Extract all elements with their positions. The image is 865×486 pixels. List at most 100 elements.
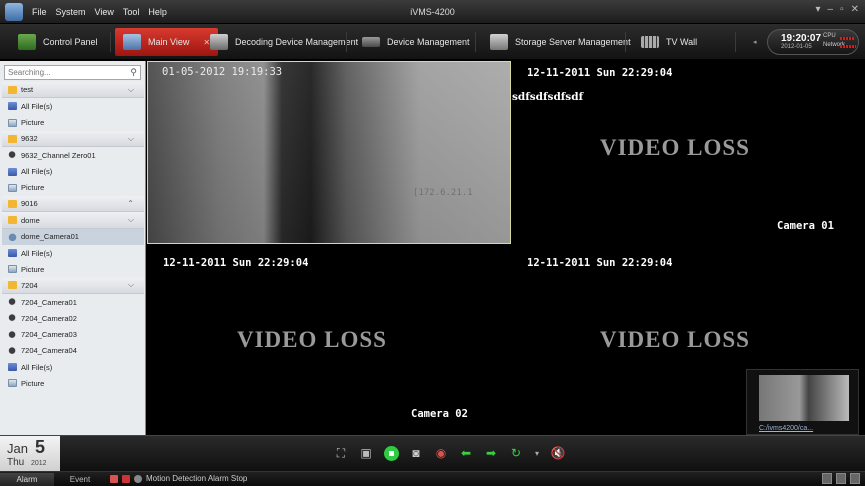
stop-all-button[interactable] bbox=[383, 445, 399, 461]
video-window-1[interactable]: 01-05-2012 19:19:33 [172.6.21.1 bbox=[147, 61, 511, 244]
cpu-meter bbox=[840, 37, 854, 40]
tree-label: dome bbox=[21, 215, 40, 225]
window-layout-icon[interactable]: ▣ bbox=[358, 445, 374, 461]
mute-icon[interactable]: 🔇 bbox=[550, 445, 566, 461]
tree-group[interactable]: test ⌵ bbox=[2, 82, 144, 99]
capture-path-link[interactable]: C:/ivms4200/ca... bbox=[759, 425, 813, 432]
tree-item[interactable]: Picture bbox=[2, 180, 144, 196]
event-tab[interactable]: Event bbox=[60, 473, 100, 486]
all-files-icon bbox=[8, 167, 17, 176]
search-input[interactable] bbox=[5, 66, 123, 79]
all-files-icon bbox=[8, 249, 17, 258]
alarm-message-text: Motion Detection Alarm Stop bbox=[146, 474, 248, 483]
dropdown-icon[interactable]: ▾ bbox=[815, 4, 820, 15]
search-icon[interactable]: ⚲ bbox=[130, 67, 137, 78]
osd-text: sdfsdfsdfsdf bbox=[512, 91, 584, 103]
tree-label: Picture bbox=[21, 183, 45, 193]
chevron-down-icon[interactable]: ⌵ bbox=[128, 134, 134, 144]
tree-label: 9632_Channel Zero01 bbox=[21, 150, 96, 160]
minimize-icon[interactable]: – bbox=[828, 4, 834, 15]
tab-storage-server-management[interactable]: Storage Server Management bbox=[490, 28, 631, 56]
sound-icon[interactable] bbox=[134, 474, 142, 483]
video-window-3[interactable]: 12-11-2011 Sun 22:29:04 VIDEO LOSS Camer… bbox=[147, 247, 511, 435]
fullscreen-icon[interactable]: ⛶ bbox=[333, 445, 349, 461]
tree-item[interactable]: All File(s) bbox=[2, 245, 144, 261]
maximize-icon[interactable]: ▫ bbox=[840, 4, 844, 15]
tree-label: Picture bbox=[21, 118, 45, 128]
tab-label: Main View bbox=[148, 37, 190, 47]
all-files-icon bbox=[8, 102, 17, 111]
main-view-icon bbox=[123, 34, 141, 50]
tree-label: All File(s) bbox=[21, 362, 53, 372]
tab-decoding-device-management[interactable]: Decoding Device Management bbox=[210, 28, 358, 56]
chevron-up-icon[interactable]: ⌃ bbox=[127, 199, 134, 208]
tab-separator bbox=[625, 32, 626, 52]
osd-timestamp: 12-11-2011 Sun 22:29:04 bbox=[163, 257, 309, 269]
alarm-tab[interactable]: Alarm bbox=[0, 473, 54, 486]
close-icon[interactable]: ✕ bbox=[851, 4, 859, 15]
device-icon bbox=[362, 37, 380, 47]
expand-icon[interactable] bbox=[850, 473, 860, 484]
tree-item[interactable]: All File(s) bbox=[2, 98, 144, 114]
tab-scroll-icon[interactable]: ◂ bbox=[753, 38, 757, 46]
tab-separator bbox=[110, 32, 111, 52]
pin-icon[interactable] bbox=[822, 473, 832, 484]
alarm-icon bbox=[110, 474, 118, 483]
tree-item[interactable]: 9632_Channel Zero01 bbox=[2, 147, 144, 163]
chevron-down-icon[interactable]: ⌵ bbox=[128, 85, 134, 95]
tab-main-view[interactable]: Main View ✕ bbox=[115, 28, 219, 56]
tree-item[interactable]: 7204_Camera03 bbox=[2, 326, 144, 342]
camera-icon bbox=[8, 330, 17, 339]
camera-name-label: Camera 02 bbox=[411, 408, 468, 420]
tree-item[interactable]: 7204_Camera02 bbox=[2, 310, 144, 326]
tree-item[interactable]: Picture bbox=[2, 261, 144, 277]
tree-group[interactable]: 9632 ⌵ bbox=[2, 130, 144, 148]
tree-item[interactable]: 7204_Camera04 bbox=[2, 343, 144, 359]
camera-name-label: Camera 01 bbox=[777, 220, 834, 232]
tree-group[interactable]: 9016 ⌃ bbox=[2, 196, 144, 213]
record-icon[interactable]: ◉ bbox=[433, 445, 449, 461]
camera-icon bbox=[8, 346, 17, 355]
video-loss-label: VIDEO LOSS bbox=[237, 327, 387, 352]
alarm-message: Motion Detection Alarm Stop bbox=[110, 474, 247, 483]
cycle-icon[interactable]: ↻ bbox=[508, 445, 524, 461]
stop-icon bbox=[383, 445, 399, 461]
tree-label: 7204_Camera03 bbox=[21, 330, 77, 340]
chevron-down-icon[interactable]: ⌵ bbox=[128, 280, 134, 290]
window-title: iVMS-4200 bbox=[410, 7, 455, 17]
video-loss-label: VIDEO LOSS bbox=[600, 135, 750, 160]
tab-device-management[interactable]: Device Management bbox=[362, 28, 470, 56]
folder-icon bbox=[8, 85, 17, 94]
camera-icon bbox=[8, 151, 17, 160]
folder-icon bbox=[8, 134, 17, 143]
tree-item[interactable]: dome_Camera01 bbox=[2, 228, 144, 245]
chevron-down-icon[interactable]: ▾ bbox=[533, 445, 541, 461]
clear-alarm-icon[interactable] bbox=[122, 474, 130, 483]
tree-item[interactable]: Picture bbox=[2, 375, 144, 391]
video-grid: 01-05-2012 19:19:33 [172.6.21.1 12-11-20… bbox=[147, 61, 865, 435]
status-bar-tools bbox=[818, 473, 860, 484]
tab-separator bbox=[475, 32, 476, 52]
tree-item[interactable]: All File(s) bbox=[2, 163, 144, 179]
restore-icon[interactable] bbox=[836, 473, 846, 484]
video-window-2[interactable]: 12-11-2011 Sun 22:29:04 sdfsdfsdfsdf VID… bbox=[512, 61, 865, 244]
folder-icon bbox=[8, 216, 17, 225]
tree-item[interactable]: Picture bbox=[2, 115, 144, 131]
tree-label: Picture bbox=[21, 264, 45, 274]
tree-item[interactable]: All File(s) bbox=[2, 359, 144, 375]
tree-item[interactable]: 7204_Camera01 bbox=[2, 294, 144, 310]
next-icon[interactable]: ➡ bbox=[483, 445, 499, 461]
network-meter bbox=[840, 45, 856, 48]
tree-group[interactable]: dome ⌵ bbox=[2, 212, 144, 229]
capture-preview[interactable]: C:/ivms4200/ca... bbox=[746, 369, 859, 435]
chevron-down-icon[interactable]: ⌵ bbox=[128, 215, 134, 225]
capture-icon[interactable]: ◙ bbox=[408, 445, 424, 461]
tv-wall-icon bbox=[641, 36, 659, 48]
tree-label: 7204 bbox=[21, 280, 38, 290]
previous-icon[interactable]: ⬅ bbox=[458, 445, 474, 461]
tab-control-panel[interactable]: Control Panel bbox=[18, 28, 98, 56]
tab-tv-wall[interactable]: TV Wall bbox=[641, 28, 697, 56]
tree-group[interactable]: 7204 ⌵ bbox=[2, 277, 144, 294]
search-box: ⚲ bbox=[4, 65, 141, 80]
tab-label: Device Management bbox=[387, 37, 470, 47]
